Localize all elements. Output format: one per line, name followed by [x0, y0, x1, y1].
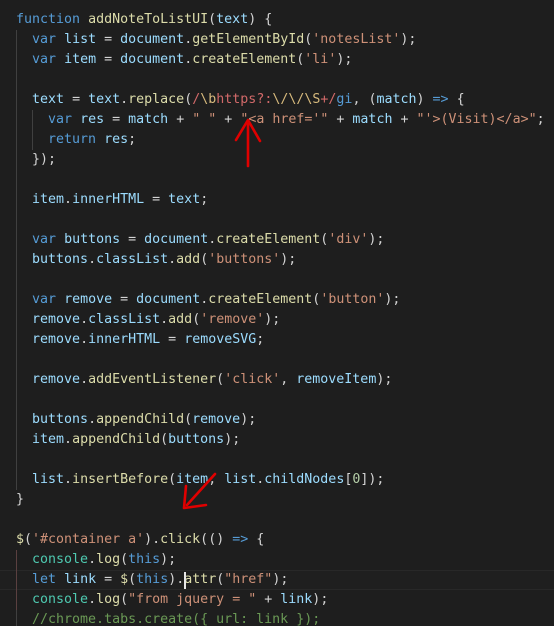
code-line[interactable]: buttons.appendChild(remove);: [0, 410, 554, 430]
indent-guide: [16, 230, 17, 250]
code-line[interactable]: $('#container a').click(() => {: [0, 530, 554, 550]
code-line-text: console.log(this);: [32, 552, 177, 567]
code-line[interactable]: var buttons = document.createElement('di…: [0, 230, 554, 250]
indent-guide: [16, 110, 17, 130]
indent-guide: [16, 590, 17, 610]
indent-guide: [16, 610, 17, 626]
indent-guide: [16, 130, 17, 150]
indent-guide: [16, 550, 17, 570]
indent-guide: [16, 150, 17, 170]
code-line-text: var item = document.createElement('li');: [32, 52, 353, 67]
indent-guide: [16, 390, 17, 410]
code-line-text: item.appendChild(buttons);: [32, 432, 241, 447]
code-line[interactable]: text = text.replace(/\bhttps?:\/\/\S+/gi…: [0, 90, 554, 110]
indent-guide: [16, 210, 17, 230]
code-line-text: item.innerHTML = text;: [32, 192, 209, 207]
indent-guide: [16, 270, 17, 290]
code-line-text: var remove = document.createElement('but…: [32, 292, 401, 307]
code-line-text: remove.innerHTML = removeSVG;: [32, 332, 265, 347]
code-line-text: var buttons = document.createElement('di…: [32, 232, 385, 247]
indent-guide: [16, 50, 17, 70]
indent-guide: [16, 370, 17, 390]
code-line-text: var list = document.getElementById('note…: [32, 32, 417, 47]
code-line[interactable]: item.innerHTML = text;: [0, 190, 554, 210]
code-line[interactable]: [0, 210, 554, 230]
indent-guide: [16, 450, 17, 470]
indent-guide: [16, 430, 17, 450]
code-line[interactable]: [0, 170, 554, 190]
code-line[interactable]: //chrome.tabs.create({ url: link });: [0, 610, 554, 626]
code-line-text: var res = match + " " + "<a href='" + ma…: [48, 112, 545, 127]
text-cursor: [184, 572, 187, 589]
code-line-text: remove.classList.add('remove');: [32, 312, 281, 327]
code-line[interactable]: [0, 510, 554, 530]
indent-guide: [32, 110, 34, 130]
code-line-text: console.log("from jquery = " + link);: [32, 592, 329, 607]
indent-guide: [16, 470, 17, 490]
indent-guide: [16, 90, 17, 110]
indent-guide: [16, 70, 17, 90]
code-line[interactable]: function addNoteToListUI(text) {: [0, 10, 554, 30]
indent-guide: [16, 570, 17, 590]
code-line-text: //chrome.tabs.create({ url: link });: [32, 612, 321, 626]
indent-guide: [16, 30, 17, 50]
code-line-text: remove.addEventListener('click', removeI…: [32, 372, 393, 387]
code-line[interactable]: [0, 70, 554, 90]
code-line[interactable]: list.insertBefore(item, list.childNodes[…: [0, 470, 554, 490]
code-line[interactable]: var remove = document.createElement('but…: [0, 290, 554, 310]
code-line[interactable]: var list = document.getElementById('note…: [0, 30, 554, 50]
code-line-text: list.insertBefore(item, list.childNodes[…: [32, 472, 385, 487]
code-line[interactable]: [0, 390, 554, 410]
code-line-text: function addNoteToListUI(text) {: [16, 12, 273, 27]
code-line[interactable]: remove.classList.add('remove');: [0, 310, 554, 330]
code-line[interactable]: [0, 350, 554, 370]
code-line-text: text = text.replace(/\bhttps?:\/\/\S+/gi…: [32, 92, 465, 107]
code-line[interactable]: console.log(this);: [0, 550, 554, 570]
indent-guide: [16, 290, 17, 310]
code-line[interactable]: buttons.classList.add('buttons');: [0, 250, 554, 270]
code-line[interactable]: [0, 270, 554, 290]
code-line[interactable]: });: [0, 150, 554, 170]
code-line[interactable]: remove.addEventListener('click', removeI…: [0, 370, 554, 390]
code-content[interactable]: function addNoteToListUI(text) { var lis…: [0, 10, 554, 626]
code-line-text: buttons.classList.add('buttons');: [32, 252, 297, 267]
indent-guide: [32, 130, 34, 150]
code-line[interactable]: item.appendChild(buttons);: [0, 430, 554, 450]
code-line[interactable]: let link = $(this).attr("href");: [0, 570, 554, 590]
code-line-text: return res;: [48, 132, 137, 147]
code-line[interactable]: [0, 450, 554, 470]
code-editor[interactable]: function addNoteToListUI(text) { var lis…: [0, 0, 554, 626]
indent-guide: [16, 190, 17, 210]
code-line-text: });: [32, 152, 57, 167]
code-line[interactable]: console.log("from jquery = " + link);: [0, 590, 554, 610]
code-line[interactable]: }: [0, 490, 554, 510]
indent-guide: [16, 170, 17, 190]
indent-guide: [16, 310, 17, 330]
indent-guide: [16, 410, 17, 430]
code-line-text: let link = $(this).attr("href");: [32, 572, 289, 587]
code-line[interactable]: var res = match + " " + "<a href='" + ma…: [0, 110, 554, 130]
code-line-text: $('#container a').click(() => {: [16, 532, 265, 547]
indent-guide: [16, 250, 17, 270]
code-line-text: buttons.appendChild(remove);: [32, 412, 257, 427]
indent-guide: [16, 350, 17, 370]
indent-guide: [16, 330, 17, 350]
code-line-text: }: [16, 492, 25, 507]
code-line[interactable]: var item = document.createElement('li');: [0, 50, 554, 70]
code-line[interactable]: remove.innerHTML = removeSVG;: [0, 330, 554, 350]
code-line[interactable]: return res;: [0, 130, 554, 150]
